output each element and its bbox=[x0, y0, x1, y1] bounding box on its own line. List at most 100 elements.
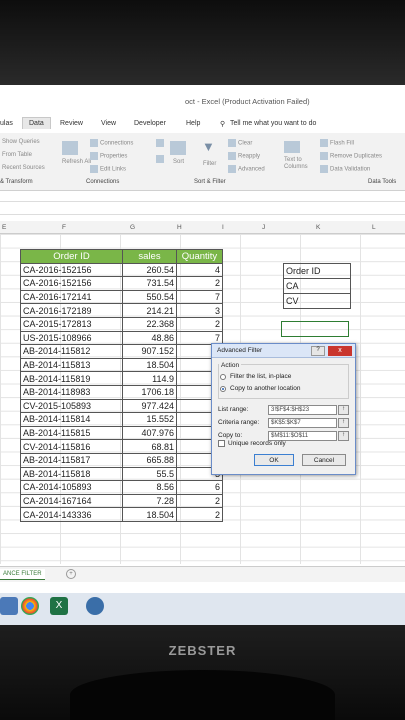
table-cell[interactable]: 22.368 bbox=[122, 316, 177, 332]
recent-sources-button[interactable]: Recent Sources bbox=[2, 165, 45, 171]
copy-to-location-radio[interactable] bbox=[220, 386, 226, 392]
column-header[interactable]: L bbox=[372, 224, 376, 231]
table-header[interactable]: Quantity bbox=[176, 249, 223, 264]
table-cell[interactable]: 665.88 bbox=[122, 452, 177, 468]
table-cell[interactable]: 731.54 bbox=[122, 276, 177, 291]
table-cell[interactable]: 2 bbox=[176, 276, 223, 291]
tab-formulas[interactable]: ulas bbox=[0, 120, 13, 127]
table-cell[interactable]: 114.9 bbox=[122, 371, 177, 386]
unique-records-checkbox[interactable] bbox=[218, 440, 225, 447]
excel-icon[interactable]: X bbox=[50, 597, 68, 615]
formula-bar[interactable] bbox=[0, 201, 405, 215]
column-header[interactable]: G bbox=[130, 224, 135, 231]
copy-to-location-label[interactable]: Copy to another location bbox=[230, 385, 300, 392]
table-cell[interactable]: 68.81 bbox=[122, 439, 177, 454]
table-header[interactable]: Order ID bbox=[20, 249, 123, 264]
table-cell[interactable]: AB-2014-115818 bbox=[20, 466, 123, 482]
column-header[interactable]: K bbox=[316, 224, 320, 231]
tab-data[interactable]: Data bbox=[22, 117, 51, 129]
column-header[interactable]: F bbox=[62, 224, 66, 231]
table-cell[interactable]: CA-2015-172813 bbox=[20, 316, 123, 332]
tell-me-box[interactable]: Tell me what you want to do bbox=[230, 120, 316, 127]
table-cell[interactable]: CA-2016-152156 bbox=[20, 276, 123, 291]
column-header[interactable]: J bbox=[262, 224, 265, 231]
flash-fill-button[interactable]: Flash Fill bbox=[320, 139, 354, 147]
table-cell[interactable]: 4 bbox=[176, 262, 223, 278]
text-to-columns-button[interactable]: Text to Columns bbox=[284, 157, 318, 171]
table-cell[interactable]: 18.504 bbox=[122, 357, 177, 373]
table-cell[interactable]: AB-2014-115815 bbox=[20, 425, 123, 441]
column-header[interactable]: I bbox=[222, 224, 224, 231]
table-cell[interactable]: 3 bbox=[176, 303, 223, 318]
table-cell[interactable]: AB-2014-115812 bbox=[20, 344, 123, 359]
table-cell[interactable]: AB-2014-115813 bbox=[20, 357, 123, 373]
tab-review[interactable]: Review bbox=[60, 120, 83, 127]
sort-za-icon[interactable] bbox=[156, 155, 166, 163]
chrome-icon[interactable] bbox=[21, 597, 39, 615]
table-cell[interactable]: 48.86 bbox=[122, 330, 177, 346]
clear-button[interactable]: Clear bbox=[228, 139, 252, 147]
show-queries-button[interactable]: Show Queries bbox=[2, 139, 40, 145]
app-icon[interactable] bbox=[86, 597, 104, 615]
column-header[interactable]: H bbox=[177, 224, 182, 231]
connections-button[interactable]: Connections bbox=[90, 139, 133, 147]
tab-developer[interactable]: Developer bbox=[134, 120, 166, 127]
remove-duplicates-button[interactable]: Remove Duplicates bbox=[320, 152, 382, 160]
cancel-button[interactable]: Cancel bbox=[302, 454, 346, 466]
sheet-tab-advance-filter[interactable]: ANCE FILTER bbox=[0, 569, 45, 580]
reapply-button[interactable]: Reapply bbox=[228, 152, 260, 160]
list-range-field[interactable]: 3!$F$4:$H$23 bbox=[268, 405, 337, 415]
table-cell[interactable]: 55.5 bbox=[122, 466, 177, 482]
column-header[interactable]: E bbox=[2, 224, 6, 231]
table-cell[interactable]: AB-2014-115817 bbox=[20, 452, 123, 468]
table-cell[interactable]: 2 bbox=[176, 316, 223, 332]
table-cell[interactable]: CV-2015-105893 bbox=[20, 398, 123, 414]
table-cell[interactable]: CA-2014-167164 bbox=[20, 493, 123, 509]
advanced-button[interactable]: Advanced bbox=[228, 165, 265, 173]
table-cell[interactable]: 977.424 bbox=[122, 398, 177, 414]
ok-button[interactable]: OK bbox=[254, 454, 294, 466]
table-cell[interactable]: 550.54 bbox=[122, 289, 177, 305]
tab-view[interactable]: View bbox=[101, 120, 116, 127]
table-cell[interactable]: 6 bbox=[176, 480, 223, 495]
criteria-cell[interactable]: CA bbox=[283, 278, 351, 294]
table-cell[interactable]: 214.21 bbox=[122, 303, 177, 318]
help-button[interactable]: ? bbox=[311, 346, 325, 356]
table-cell[interactable]: AB-2014-115819 bbox=[20, 371, 123, 386]
table-cell[interactable]: CA-2014-143336 bbox=[20, 507, 123, 522]
table-cell[interactable]: CA-2016-172141 bbox=[20, 289, 123, 305]
table-cell[interactable]: 2 bbox=[176, 507, 223, 522]
criteria-range-field[interactable]: $K$5:$K$7 bbox=[268, 418, 337, 428]
table-cell[interactable]: AB-2014-118983 bbox=[20, 384, 123, 400]
data-validation-button[interactable]: Data Validation bbox=[320, 165, 370, 173]
from-table-button[interactable]: From Table bbox=[2, 152, 32, 158]
table-header[interactable]: sales bbox=[122, 249, 177, 264]
properties-button[interactable]: Properties bbox=[90, 152, 127, 160]
table-cell[interactable]: US-2015-108966 bbox=[20, 330, 123, 346]
add-sheet-icon[interactable]: + bbox=[66, 569, 76, 579]
sort-button[interactable]: Sort bbox=[173, 159, 184, 165]
collapse-arrow-icon[interactable]: ↑ bbox=[338, 405, 349, 415]
close-button[interactable]: x bbox=[328, 346, 352, 356]
table-cell[interactable]: CA-2016-172189 bbox=[20, 303, 123, 318]
unique-records-label[interactable]: Unique records only bbox=[228, 440, 286, 447]
criteria-cell[interactable]: Order ID bbox=[283, 263, 351, 279]
table-cell[interactable]: 2 bbox=[176, 493, 223, 509]
table-cell[interactable]: 18.504 bbox=[122, 507, 177, 522]
filter-in-place-label[interactable]: Filter the list, in-place bbox=[230, 373, 291, 380]
table-cell[interactable]: 7 bbox=[176, 289, 223, 305]
table-cell[interactable]: 7.28 bbox=[122, 493, 177, 509]
table-cell[interactable]: AB-2014-115814 bbox=[20, 412, 123, 427]
table-cell[interactable]: 260.54 bbox=[122, 262, 177, 278]
table-cell[interactable]: CA-2014-105893 bbox=[20, 480, 123, 495]
filter-button[interactable]: Filter bbox=[203, 161, 216, 167]
table-cell[interactable]: CV-2014-115816 bbox=[20, 439, 123, 454]
table-cell[interactable]: 907.152 bbox=[122, 344, 177, 359]
selected-cell[interactable] bbox=[281, 321, 349, 337]
table-cell[interactable]: CA-2016-152156 bbox=[20, 262, 123, 278]
collapse-arrow-icon[interactable]: ↑ bbox=[338, 431, 349, 441]
filter-in-place-radio[interactable] bbox=[220, 374, 226, 380]
table-cell[interactable]: 1706.18 bbox=[122, 384, 177, 400]
criteria-cell[interactable]: CV bbox=[283, 293, 351, 309]
edit-links-button[interactable]: Edit Links bbox=[90, 165, 126, 173]
